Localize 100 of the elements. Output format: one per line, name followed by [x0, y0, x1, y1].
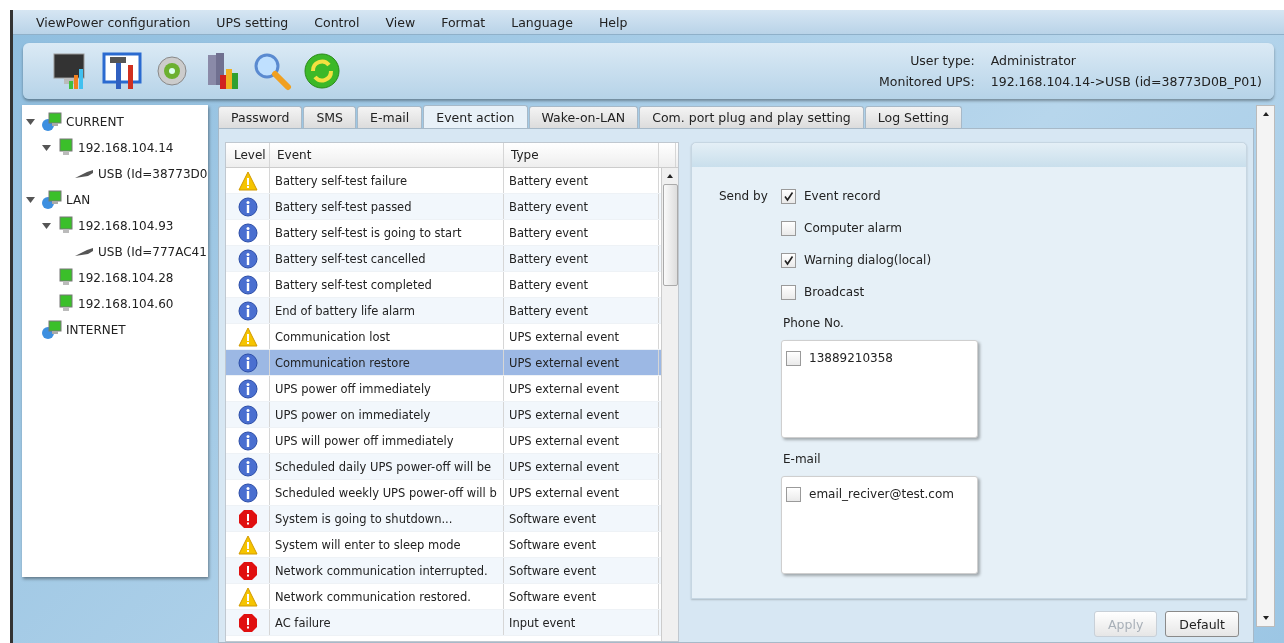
- tree-label: 192.168.104.60: [78, 297, 174, 311]
- menu-item[interactable]: Help: [585, 14, 641, 30]
- table-cell: Battery self-test completed: [270, 272, 504, 297]
- checkmark-icon: [783, 190, 794, 202]
- tree-item[interactable]: LAN: [22, 187, 208, 213]
- tab[interactable]: Com. port plug and play setting: [639, 106, 864, 128]
- table-row[interactable]: Battery self-test completed Battery event: [226, 272, 661, 298]
- table-row[interactable]: Battery self-test is going to start Battery event: [226, 220, 661, 246]
- table-cell: Battery event: [504, 298, 659, 323]
- table-cell: Input event: [504, 610, 659, 635]
- checkbox-label: Computer alarm: [804, 221, 902, 235]
- tab[interactable]: Event action: [423, 105, 528, 128]
- action-button[interactable]: Default: [1165, 611, 1239, 637]
- tree-label: LAN: [66, 193, 91, 207]
- column-header[interactable]: Level: [226, 143, 270, 167]
- tab[interactable]: E-mail: [357, 106, 423, 128]
- scroll-thumb[interactable]: [662, 184, 678, 286]
- table-cell: Battery event: [504, 246, 659, 271]
- table-cell: Network communication interrupted.: [270, 558, 504, 583]
- table-cell: Software event: [504, 532, 659, 557]
- field-label: E-mail: [783, 452, 822, 466]
- checkbox-label: Warning dialog(local): [804, 253, 932, 267]
- table-cell: UPS external event: [504, 402, 659, 427]
- column-header[interactable]: Event: [270, 143, 504, 167]
- table-cell: UPS external event: [504, 350, 659, 375]
- menu-item[interactable]: UPS setting: [203, 14, 302, 30]
- table-row[interactable]: UPS power on immediately UPS external event: [226, 402, 661, 428]
- tree-item[interactable]: USB (Id=777AC41: [22, 239, 208, 265]
- table-row[interactable]: Battery self-test passed Battery event: [226, 194, 661, 220]
- tools-icon: [102, 51, 142, 91]
- tab[interactable]: SMS: [303, 106, 357, 128]
- table-row[interactable]: Network communication restored. Software event: [226, 584, 661, 610]
- checkbox[interactable]: 13889210358: [786, 348, 973, 368]
- tree-item[interactable]: CURRENT: [22, 109, 208, 135]
- table-row[interactable]: End of battery life alarm Battery event: [226, 298, 661, 324]
- tab[interactable]: Password: [218, 106, 303, 128]
- table-row[interactable]: Network communication interrupted. Software event: [226, 558, 661, 584]
- tree-item[interactable]: INTERNET: [22, 317, 208, 343]
- toolbar-button[interactable]: [101, 50, 143, 92]
- checkbox-label: 13889210358: [809, 351, 893, 365]
- table-cell: UPS external event: [504, 480, 659, 505]
- table-cell: UPS external event: [504, 454, 659, 479]
- scrollbar[interactable]: [661, 168, 678, 641]
- table-row[interactable]: UPS will power off immediately UPS external event: [226, 428, 661, 454]
- network-computer-icon: [41, 190, 63, 210]
- tree-item[interactable]: 192.168.104.93: [22, 213, 208, 239]
- table-cell: End of battery life alarm: [270, 298, 504, 323]
- table-cell: UPS external event: [504, 428, 659, 453]
- table-row[interactable]: Communication lost UPS external event: [226, 324, 661, 350]
- table-cell: Network communication restored.: [270, 584, 504, 609]
- tree-item[interactable]: 192.168.104.14: [22, 135, 208, 161]
- menu-item[interactable]: Language: [498, 14, 586, 30]
- menu-item[interactable]: View: [372, 14, 429, 30]
- table-row[interactable]: Battery self-test cancelled Battery event: [226, 246, 661, 272]
- table-cell: UPS external event: [504, 376, 659, 401]
- tree-item[interactable]: 192.168.104.60: [22, 291, 208, 317]
- info-label: User type:: [909, 53, 975, 68]
- table-cell: Software event: [504, 506, 659, 531]
- menu-item[interactable]: ViewPower configuration: [23, 14, 204, 30]
- table-row[interactable]: System will enter to sleep mode Software event: [226, 532, 661, 558]
- checkbox[interactable]: Event record: [781, 186, 1246, 206]
- collapse-triangle-icon[interactable]: [26, 194, 35, 204]
- tree-label: 192.168.104.93: [78, 219, 174, 233]
- table-cell: Battery self-test passed: [270, 194, 504, 219]
- table-cell: Scheduled weekly UPS power-off will b: [270, 480, 504, 505]
- table-row[interactable]: UPS power off immediately UPS external event: [226, 376, 661, 402]
- checkbox[interactable]: Computer alarm: [781, 218, 1246, 238]
- field-label: Send by: [719, 188, 769, 205]
- usb-plug-icon: [73, 168, 95, 180]
- table-row[interactable]: Scheduled weekly UPS power-off will b UPS external event: [226, 480, 661, 506]
- collapse-triangle-icon[interactable]: [26, 116, 35, 126]
- table-cell: Battery self-test cancelled: [270, 246, 504, 271]
- table-row[interactable]: System is going to shutdown... Software event: [226, 506, 661, 532]
- checkbox[interactable]: email_reciver@test.com: [786, 484, 973, 504]
- checkbox-label: Event record: [804, 189, 881, 203]
- checkbox[interactable]: Warning dialog(local): [781, 250, 1246, 270]
- checkbox[interactable]: Broadcast: [781, 282, 1246, 302]
- scrollbar[interactable]: [1256, 105, 1275, 627]
- menu-item[interactable]: Format: [428, 14, 499, 30]
- table-row[interactable]: Battery self-test failure Battery event: [226, 168, 661, 194]
- table-cell: System is going to shutdown...: [270, 506, 504, 531]
- table-row[interactable]: Scheduled daily UPS power-off will be UPS external event: [226, 454, 661, 480]
- column-header[interactable]: Type: [504, 143, 659, 167]
- tree-item[interactable]: USB (Id=38773D0: [22, 161, 208, 187]
- table-cell: Battery event: [504, 194, 659, 219]
- collapse-triangle-icon[interactable]: [42, 142, 51, 152]
- table-row[interactable]: AC failure Input event: [226, 610, 661, 636]
- tree-label: USB (Id=777AC41: [98, 245, 207, 259]
- checkmark-icon: [783, 254, 794, 266]
- collapse-triangle-icon[interactable]: [42, 220, 51, 230]
- info-label: Monitored UPS:: [879, 74, 975, 89]
- tab[interactable]: Log Setting: [864, 106, 962, 128]
- tree-item[interactable]: 192.168.104.28: [22, 265, 208, 291]
- checkbox-label: email_reciver@test.com: [809, 487, 954, 501]
- menu-item[interactable]: Control: [301, 14, 373, 30]
- table-cell: Scheduled daily UPS power-off will be: [270, 454, 504, 479]
- tab[interactable]: Wake-on-LAN: [528, 106, 639, 128]
- table-cell: UPS power on immediately: [270, 402, 504, 427]
- table-cell: Software event: [504, 558, 659, 583]
- table-row[interactable]: Communication restore UPS external event: [226, 350, 661, 376]
